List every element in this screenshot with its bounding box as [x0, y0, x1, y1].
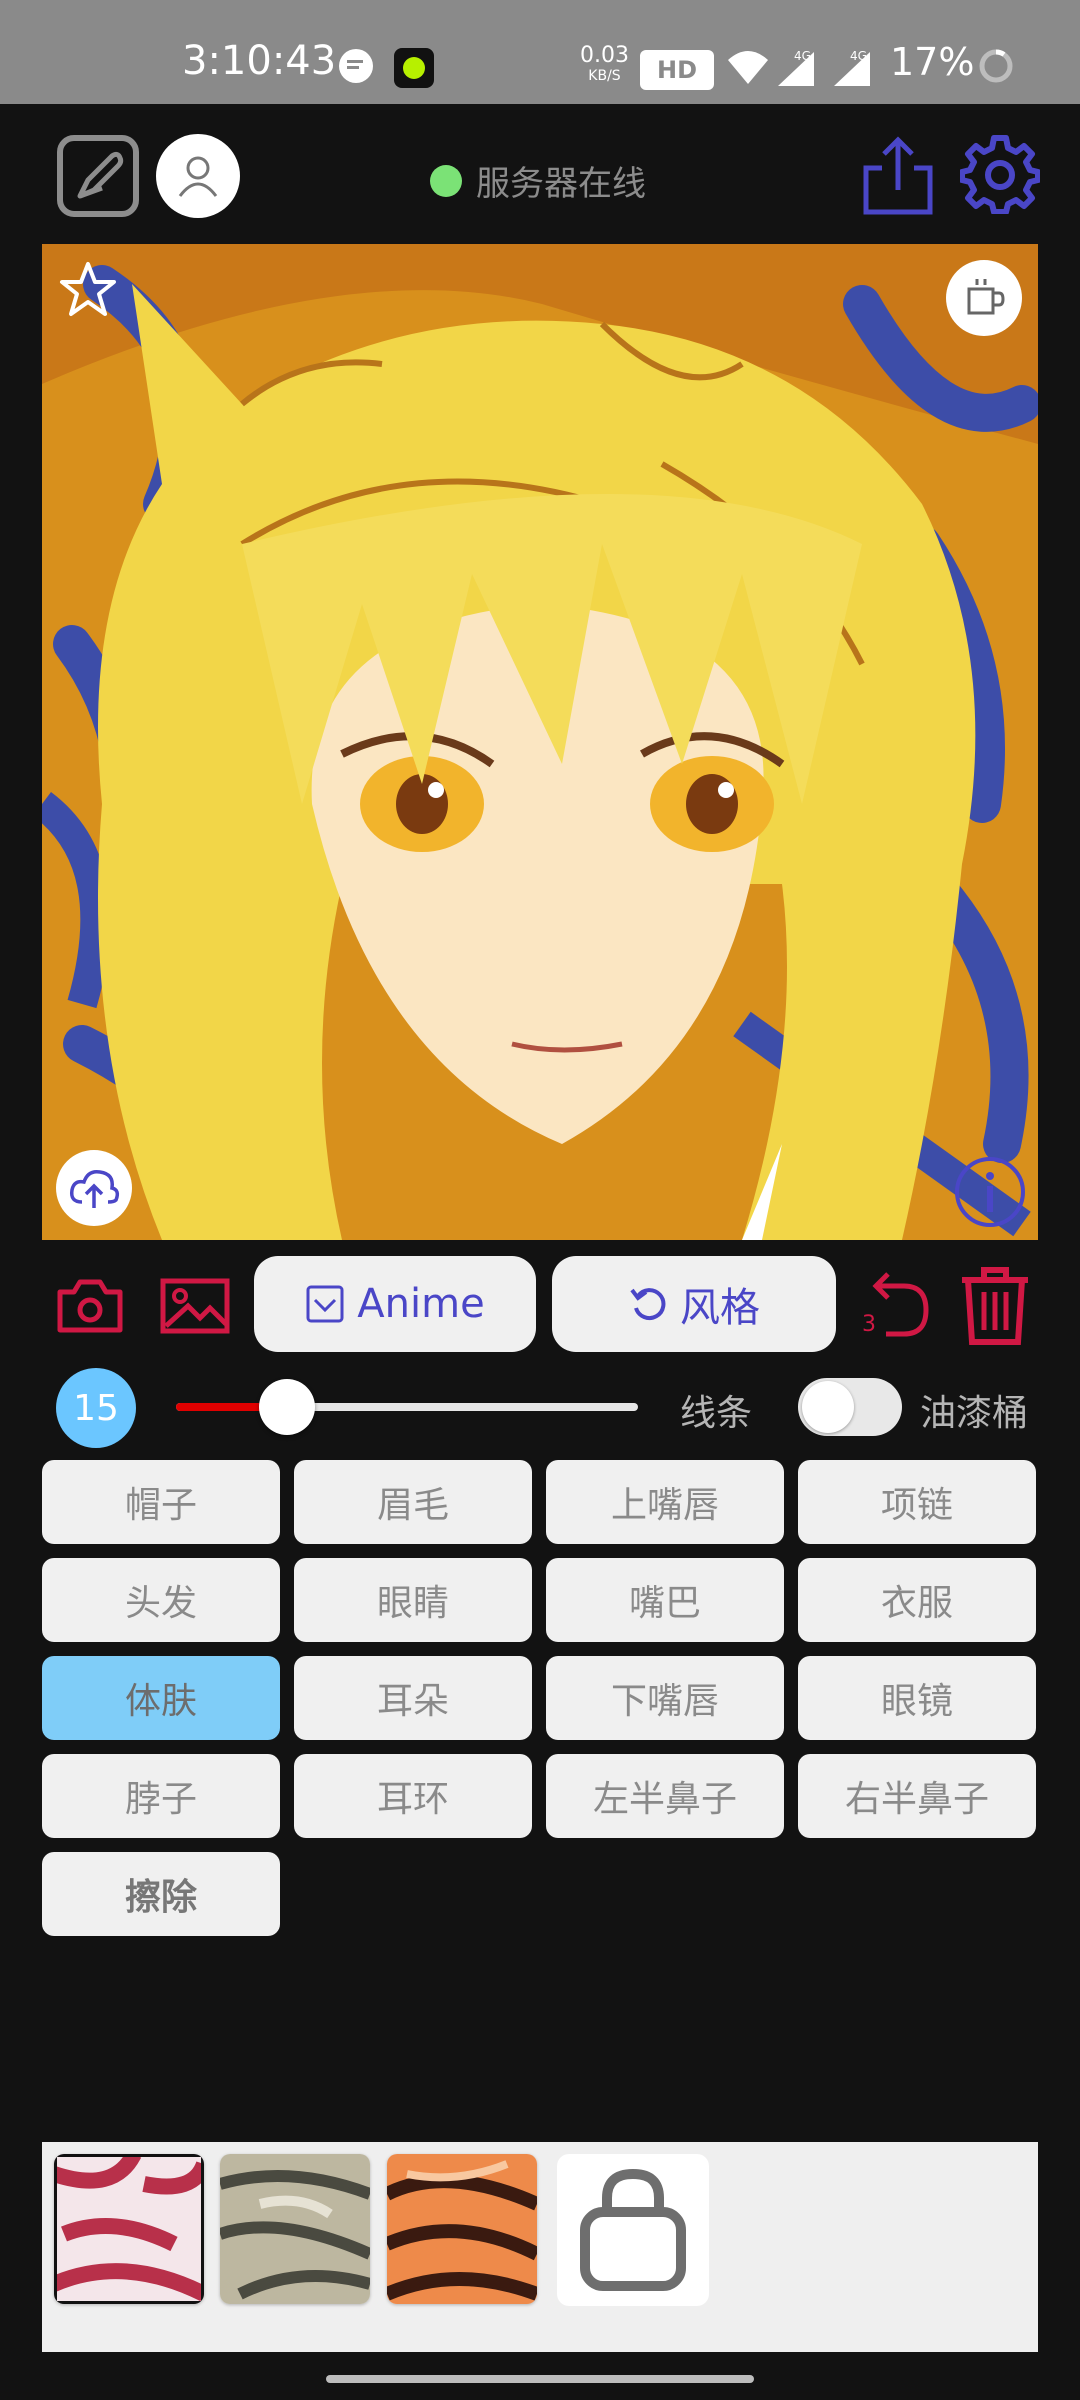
user-avatar-button[interactable] — [156, 134, 240, 218]
server-status-dot — [430, 164, 462, 197]
network-speed-unit: KB/S — [588, 68, 621, 84]
network-speed-value: 0.03 — [580, 43, 629, 68]
part-button-8[interactable]: 体肤 — [42, 1656, 280, 1740]
server-status-text: 服务器在线 — [476, 164, 646, 204]
signal-icon-1: 4G — [778, 49, 814, 86]
edit-icon[interactable] — [56, 134, 140, 218]
style-thumb-1-image — [54, 2154, 204, 2304]
part-button-9[interactable]: 耳朵 — [294, 1656, 532, 1740]
style-thumb-1[interactable] — [54, 2154, 204, 2304]
style-thumbnail-tray — [42, 2142, 1038, 2352]
settings-gear-icon[interactable] — [960, 134, 1040, 214]
battery-ring-icon — [979, 49, 1013, 83]
coffee-donate-button[interactable] — [946, 260, 1022, 336]
message-icon — [339, 49, 373, 83]
coffee-cup-icon — [967, 279, 1005, 315]
style-refresh-button[interactable]: 风格 — [552, 1256, 836, 1352]
part-button-1[interactable]: 眉毛 — [294, 1460, 532, 1544]
favorite-star-icon[interactable] — [58, 260, 118, 320]
brush-size-badge: 15 — [56, 1368, 136, 1448]
status-bar: 3:10:43 0.03 KB/S HD 4G 4G 17% — [0, 0, 1080, 104]
part-button-11[interactable]: 眼镜 — [798, 1656, 1036, 1740]
check-box-icon — [306, 1285, 344, 1323]
clock: 3:10:43 — [182, 38, 337, 84]
cloud-upload-icon — [69, 1169, 120, 1208]
part-button-12[interactable]: 脖子 — [42, 1754, 280, 1838]
app-notification-icon — [394, 48, 434, 88]
part-button-6[interactable]: 嘴巴 — [546, 1558, 784, 1642]
style-thumb-2-image — [220, 2154, 370, 2304]
undo-count: 3 — [862, 1312, 876, 1337]
trash-icon[interactable] — [958, 1266, 1032, 1346]
wifi-icon — [728, 51, 768, 84]
part-button-15[interactable]: 右半鼻子 — [798, 1754, 1036, 1838]
server-status: 服务器在线 — [430, 156, 646, 205]
brush-controls: 15 线条 油漆桶 — [0, 1366, 1080, 1450]
camera-icon[interactable] — [56, 1278, 124, 1334]
line-label: 线条 — [680, 1393, 753, 1434]
part-button-13[interactable]: 耳环 — [294, 1754, 532, 1838]
style-thumb-3-image — [387, 2154, 537, 2304]
signal-icon-2: 4G — [834, 49, 870, 86]
user-icon — [178, 156, 218, 197]
signal-1-label: 4G — [794, 49, 811, 63]
part-button-14[interactable]: 左半鼻子 — [546, 1754, 784, 1838]
part-button-3[interactable]: 项链 — [798, 1460, 1036, 1544]
paint-bucket-label: 油漆桶 — [920, 1393, 1029, 1434]
style-thumb-3[interactable] — [387, 2154, 537, 2304]
refresh-icon — [630, 1288, 666, 1321]
info-icon[interactable] — [952, 1154, 1028, 1230]
upload-cloud-button[interactable] — [56, 1150, 132, 1226]
part-button-16[interactable]: 擦除 — [42, 1852, 280, 1936]
anime-mode-button[interactable]: Anime — [254, 1256, 536, 1352]
style-thumb-2[interactable] — [220, 2154, 370, 2304]
generated-anime-portrait[interactable] — [42, 244, 1038, 1240]
signal-2-label: 4G — [850, 49, 867, 63]
gesture-nav-bar[interactable] — [326, 2375, 754, 2383]
part-button-5[interactable]: 眼睛 — [294, 1558, 532, 1642]
shopping-bag-icon — [580, 2168, 686, 2291]
brush-size-slider[interactable] — [176, 1379, 638, 1435]
style-store-button[interactable] — [557, 2154, 709, 2306]
top-toolbar: 服务器在线 — [0, 104, 1080, 240]
toggle-knob — [802, 1381, 854, 1433]
style-label: 风格 — [680, 1285, 760, 1331]
anime-label: Anime — [357, 1281, 485, 1327]
part-button-4[interactable]: 头发 — [42, 1558, 280, 1642]
part-button-10[interactable]: 下嘴唇 — [546, 1656, 784, 1740]
hd-badge: HD — [640, 50, 714, 90]
part-button-7[interactable]: 衣服 — [798, 1558, 1036, 1642]
gallery-image-icon[interactable] — [160, 1278, 230, 1334]
slider-thumb[interactable] — [258, 1379, 315, 1435]
network-speed: 0.03 KB/S — [580, 43, 629, 86]
battery-level: 17% — [890, 40, 975, 84]
paint-bucket-toggle[interactable] — [798, 1378, 902, 1436]
share-icon[interactable] — [860, 134, 936, 218]
part-button-2[interactable]: 上嘴唇 — [546, 1460, 784, 1544]
part-button-0[interactable]: 帽子 — [42, 1460, 280, 1544]
image-canvas[interactable] — [42, 244, 1038, 1240]
action-row: Anime 风格 3 — [0, 1256, 1080, 1352]
